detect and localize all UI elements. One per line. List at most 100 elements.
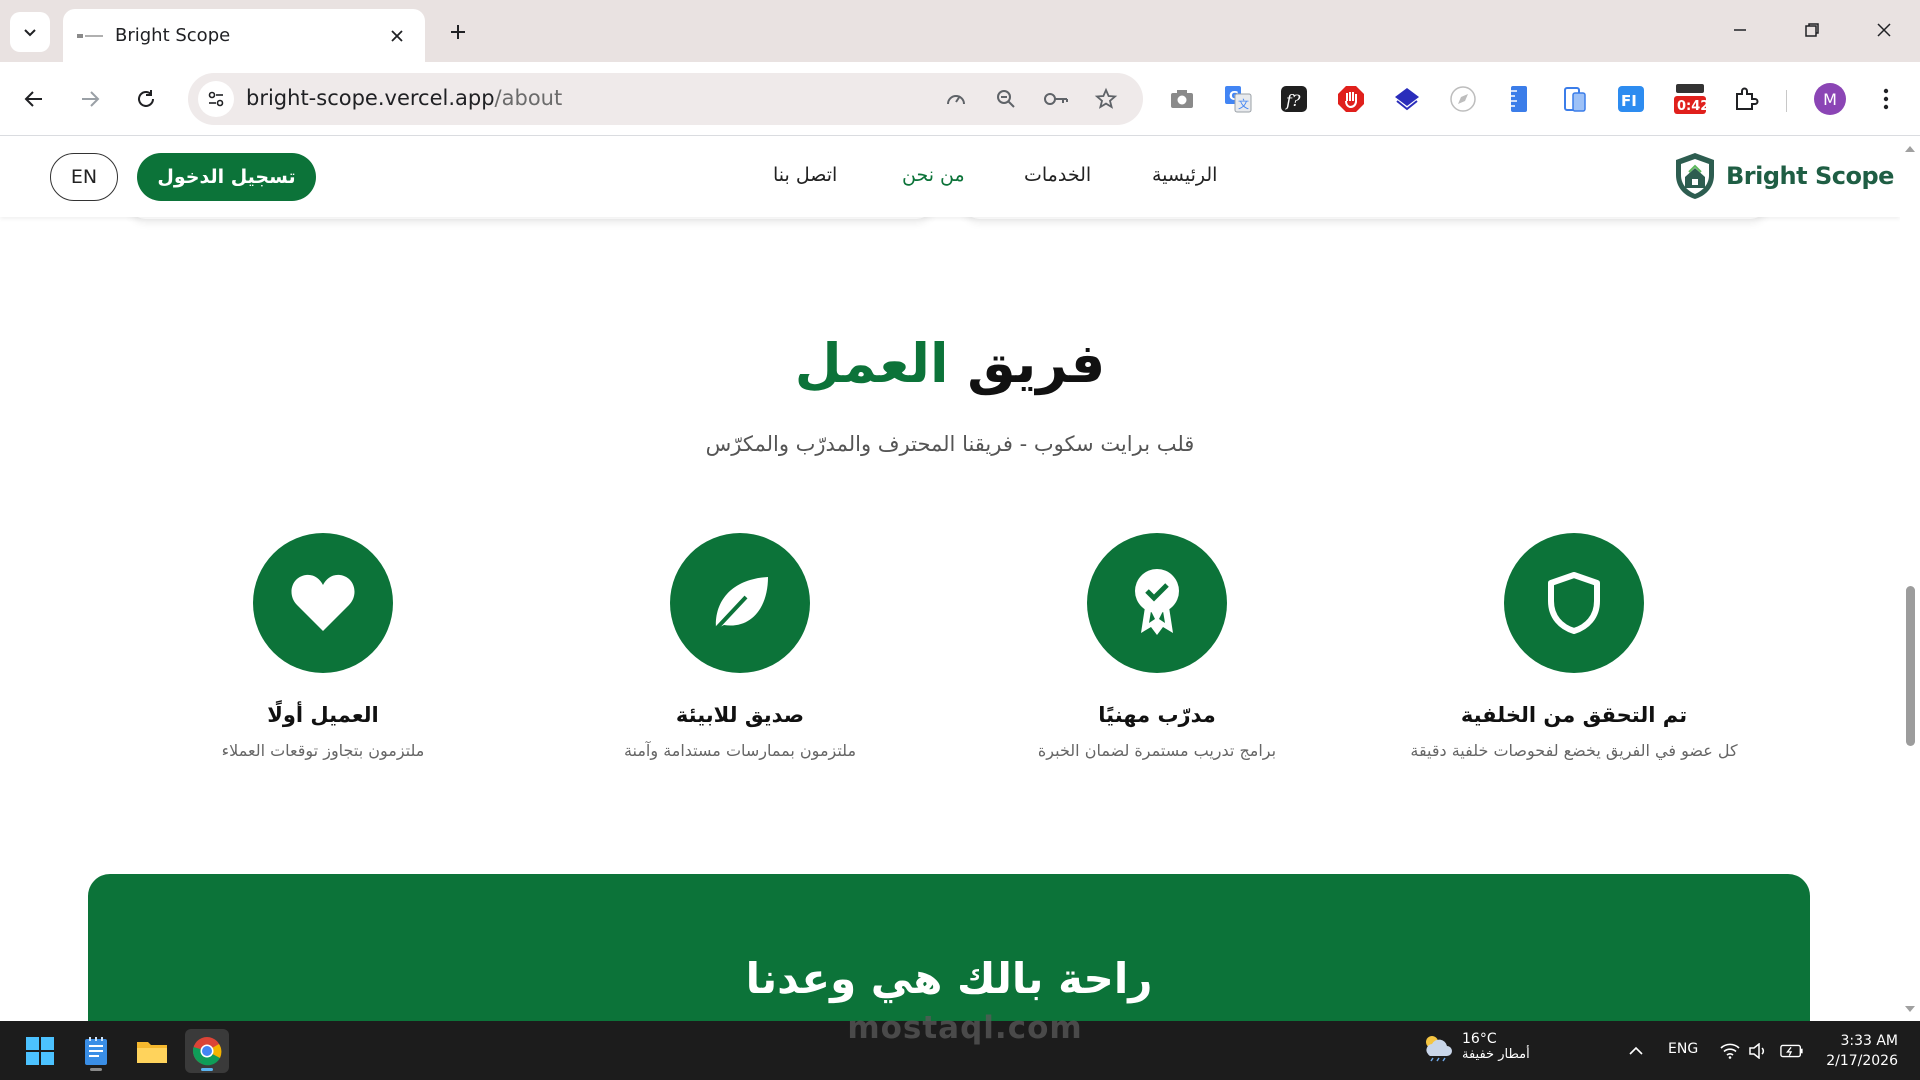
url-host: bright-scope.vercel.app xyxy=(246,86,495,110)
wifi-icon[interactable] xyxy=(1718,1039,1742,1063)
nav-link-about[interactable]: من نحن xyxy=(902,164,965,186)
tray-overflow-chevron-icon[interactable] xyxy=(1624,1039,1648,1063)
language-toggle-button[interactable]: EN xyxy=(50,153,118,201)
close-icon xyxy=(1877,23,1891,37)
scroll-down-arrow-icon[interactable] xyxy=(1904,1003,1916,1015)
layers-extension-icon[interactable] xyxy=(1390,82,1424,116)
timer-extension-icon[interactable]: 0:42 xyxy=(1670,82,1710,116)
brand-name: Bright Scope xyxy=(1726,162,1894,190)
minimize-button[interactable] xyxy=(1712,10,1768,50)
team-title-accent: العمل xyxy=(794,332,949,395)
clock-date: 2/17/2026 xyxy=(1826,1053,1898,1069)
weather-condition: أمطار خفيفة xyxy=(1462,1047,1530,1062)
battery-icon[interactable] xyxy=(1780,1039,1804,1063)
toolbar-divider xyxy=(1786,90,1787,112)
restore-button[interactable] xyxy=(1784,10,1840,50)
clock-time: 3:33 AM xyxy=(1840,1033,1898,1049)
windows-logo-icon xyxy=(26,1037,54,1065)
volume-icon[interactable] xyxy=(1746,1039,1770,1063)
feature-title: صديق للابيئة xyxy=(675,703,805,727)
scrollbar-thumb[interactable] xyxy=(1906,586,1915,746)
feature-customer-first: العميل أولًا ملتزمون بتجاوز توقعات العمل… xyxy=(133,533,513,760)
input-language[interactable]: ENG xyxy=(1668,1041,1698,1057)
browser-tab[interactable]: Bright Scope xyxy=(63,9,425,62)
feature-icon-circle xyxy=(253,533,393,673)
feature-background-checked: تم التحقق من الخلفية كل عضو في الفريق يخ… xyxy=(1384,533,1764,760)
running-indicator xyxy=(201,1068,213,1071)
minimize-icon xyxy=(1734,29,1746,31)
ruler-extension-icon[interactable] xyxy=(1502,82,1536,116)
heart-icon xyxy=(291,574,355,631)
team-section-subtitle: قلب برايت سكوب - فريقنا المحترف والمدرّب… xyxy=(705,432,1195,456)
font-finder-extension-icon[interactable]: f? xyxy=(1277,82,1311,116)
arrow-right-icon xyxy=(82,91,100,107)
reload-button[interactable] xyxy=(124,77,168,121)
password-key-icon[interactable] xyxy=(1040,83,1072,115)
nav-link-services[interactable]: الخدمات xyxy=(1024,164,1091,186)
award-icon xyxy=(1135,569,1179,635)
feature-description: ملتزمون بممارسات مستدامة وآمنة xyxy=(623,741,857,760)
plus-icon xyxy=(451,25,465,39)
close-window-button[interactable] xyxy=(1856,10,1912,50)
feature-eco-friendly: صديق للابيئة ملتزمون بممارسات مستدامة وآ… xyxy=(550,533,930,760)
zoom-icon[interactable] xyxy=(990,83,1022,115)
shield-house-logo-icon xyxy=(1676,153,1714,199)
taskbar-clock[interactable]: 3:33 AM 2/17/2026 xyxy=(1818,1031,1898,1071)
profile-avatar[interactable]: M xyxy=(1814,83,1846,115)
site-info-button[interactable] xyxy=(198,81,234,117)
login-button[interactable]: تسجيل الدخول xyxy=(137,153,316,201)
feature-description: ملتزمون بتجاوز توقعات العملاء xyxy=(221,741,425,760)
folder-icon xyxy=(137,1042,167,1063)
leaf-icon xyxy=(714,577,768,631)
svg-text:f?: f? xyxy=(1285,91,1301,110)
team-section-title: فريق العمل xyxy=(0,332,1900,395)
taskbar-chrome[interactable] xyxy=(185,1029,229,1073)
feature-icon-circle xyxy=(1504,533,1644,673)
start-button[interactable] xyxy=(18,1029,62,1073)
site-header: EN تسجيل الدخول اتصل بنا من نحن الخدمات … xyxy=(0,137,1900,217)
bookmark-star-icon[interactable] xyxy=(1090,83,1122,115)
tab-close-icon[interactable] xyxy=(383,22,411,50)
brand-logo[interactable]: Bright Scope xyxy=(1672,151,1894,201)
tab-strip: Bright Scope xyxy=(0,0,1920,62)
restore-icon xyxy=(1805,23,1819,37)
compass-extension-icon[interactable] xyxy=(1446,82,1480,116)
nav-link-home[interactable]: الرئيسية xyxy=(1152,164,1217,186)
url-text: bright-scope.vercel.app/about xyxy=(246,86,562,110)
arrow-left-icon xyxy=(24,91,42,107)
svg-text:文: 文 xyxy=(1238,97,1249,111)
taskbar-file-explorer[interactable] xyxy=(130,1029,174,1073)
translate-extension-icon[interactable]: G文 xyxy=(1221,82,1255,116)
weather-temperature: 16°C xyxy=(1462,1031,1497,1047)
address-bar[interactable]: bright-scope.vercel.app/about xyxy=(188,73,1143,125)
banner-title: راحة بالك هي وعدنا xyxy=(745,954,1153,1003)
weather-widget[interactable]: 16°C أمطار خفيفة xyxy=(1420,1031,1530,1062)
extensions-puzzle-icon[interactable] xyxy=(1729,82,1763,116)
tune-icon xyxy=(208,91,224,107)
camera-extension-icon[interactable] xyxy=(1165,82,1199,116)
page-scrollbar[interactable] xyxy=(1900,137,1920,1021)
adblock-extension-icon[interactable] xyxy=(1334,82,1368,116)
back-button[interactable] xyxy=(12,77,56,121)
notepad-icon xyxy=(85,1037,107,1065)
fi-extension-icon[interactable]: FI xyxy=(1614,82,1648,116)
new-tab-button[interactable] xyxy=(440,14,476,50)
promise-banner: راحة بالك هي وعدنا xyxy=(88,874,1810,1021)
running-indicator xyxy=(90,1068,102,1071)
reload-icon xyxy=(138,90,154,107)
nav-link-contact[interactable]: اتصل بنا xyxy=(773,164,837,186)
tab-title: Bright Scope xyxy=(115,25,231,46)
performance-icon[interactable] xyxy=(940,83,972,115)
scroll-up-arrow-icon[interactable] xyxy=(1904,143,1916,155)
shield-icon xyxy=(1548,572,1600,634)
taskbar-notepad[interactable] xyxy=(74,1029,118,1073)
forward-button[interactable] xyxy=(68,77,112,121)
responsive-viewer-extension-icon[interactable] xyxy=(1558,82,1592,116)
chrome-menu-icon[interactable] xyxy=(1869,82,1903,116)
tab-search-button[interactable] xyxy=(10,12,50,52)
team-title-main: فريق xyxy=(967,332,1106,395)
rain-cloud-icon xyxy=(1426,1035,1452,1061)
feature-title: تم التحقق من الخلفية xyxy=(1460,703,1688,727)
chevron-down-icon xyxy=(24,29,36,37)
timer-badge-text: 0:42 xyxy=(1677,99,1708,114)
